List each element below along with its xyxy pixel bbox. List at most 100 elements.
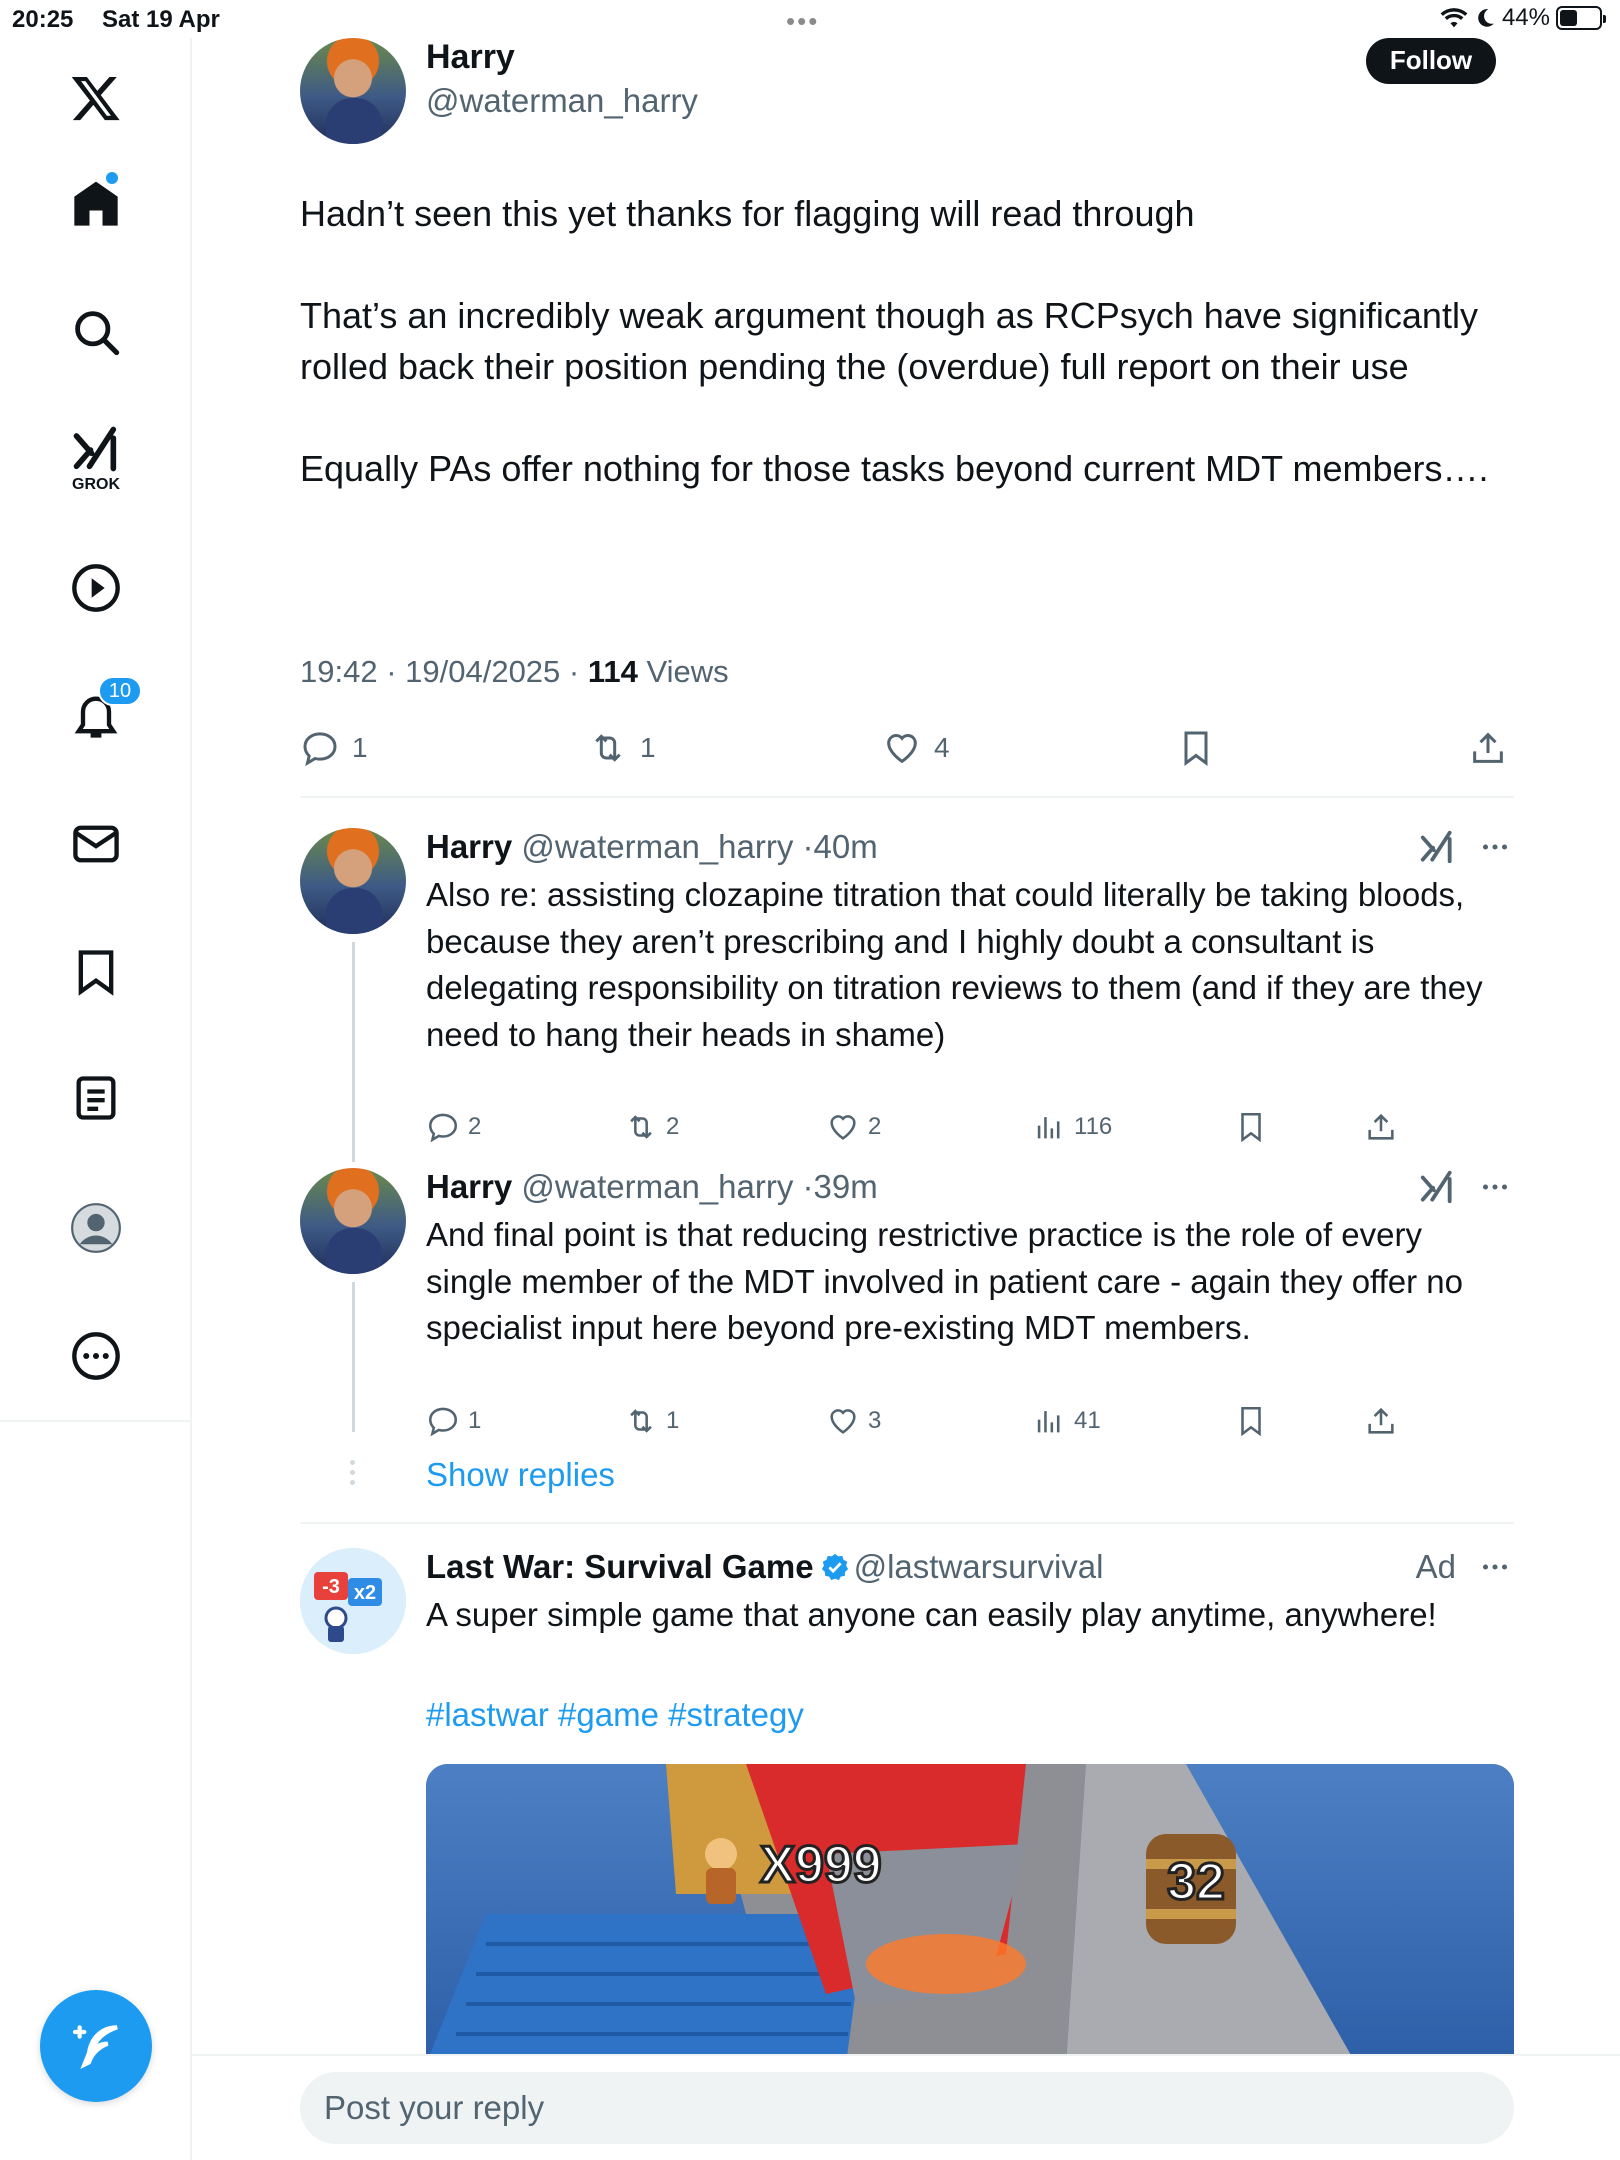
ad-avatar-minus: -3 — [322, 1576, 340, 1598]
reply-avatar[interactable] — [300, 828, 406, 934]
sidebar-item-messages[interactable] — [56, 804, 136, 884]
repost-icon — [630, 1115, 652, 1139]
reply-time[interactable]: 40m — [814, 828, 878, 865]
tweet-paragraph: Hadn’t seen this yet thanks for flagging… — [300, 193, 1195, 234]
like-button[interactable]: 3 — [826, 1404, 881, 1438]
grok-label: GROK — [72, 476, 120, 493]
lists-icon — [76, 1076, 116, 1120]
author-avatar[interactable] — [300, 38, 406, 144]
reply-button[interactable]: 1 — [300, 728, 368, 768]
reply-author-name[interactable]: Harry — [426, 1168, 512, 1205]
share-button[interactable] — [1468, 728, 1508, 768]
reply-icon — [428, 1113, 458, 1143]
compose-button[interactable] — [40, 1990, 152, 2102]
share-icon — [1368, 1113, 1394, 1140]
tweet-time[interactable]: 19:42 — [300, 654, 378, 689]
bookmark-button[interactable] — [1234, 1404, 1268, 1438]
status-time: 20:25 — [12, 6, 74, 33]
reply-tweet[interactable]: Harry @waterman_harry ·39m And final poi… — [300, 1168, 1514, 1468]
ad-text: A super simple game that anyone can easi… — [426, 1596, 1437, 1633]
reply-tweet[interactable]: Harry @waterman_harry ·40m Also re: assi… — [300, 828, 1514, 1162]
sidebar-item-home[interactable] — [56, 164, 136, 244]
like-count: 2 — [868, 1113, 882, 1140]
tweet-date[interactable]: 19/04/2025 — [405, 654, 560, 689]
reply-button[interactable]: 1 — [426, 1404, 481, 1438]
more-options-icon[interactable] — [1476, 1548, 1514, 1586]
more-options-icon[interactable] — [1476, 828, 1514, 866]
views-button[interactable]: 116 — [1032, 1110, 1112, 1144]
like-button[interactable]: 4 — [882, 728, 950, 768]
author-name[interactable]: Harry — [426, 38, 515, 77]
repost-button[interactable]: 1 — [588, 728, 656, 768]
like-button[interactable]: 2 — [826, 1110, 881, 1144]
views-button[interactable]: 41 — [1032, 1404, 1101, 1438]
tweet-body: Hadn’t seen this yet thanks for flagging… — [300, 188, 1500, 545]
sidebar-item-profile[interactable] — [56, 1188, 136, 1268]
sidebar-item-x-logo[interactable] — [56, 58, 136, 138]
ad-author-name[interactable]: Last War: Survival Game — [426, 1548, 814, 1585]
home-icon — [74, 181, 118, 226]
divider — [300, 1522, 1514, 1524]
share-icon — [1368, 1407, 1394, 1434]
share-icon — [1473, 732, 1503, 763]
grok-icon[interactable] — [1418, 828, 1456, 866]
reply-actions: 2 2 2 116 — [426, 1110, 1426, 1150]
tweet-meta: 19:42 · 19/04/2025 · 114 Views — [300, 654, 729, 689]
ad-hashtags[interactable]: #lastwar #game #strategy — [426, 1696, 804, 1734]
more-options-icon[interactable] — [1476, 1168, 1514, 1206]
repost-button[interactable]: 2 — [624, 1110, 679, 1144]
ad-author-handle[interactable]: @lastwarsurvival — [854, 1548, 1104, 1585]
media-multiplier-label: X999 — [760, 1836, 881, 1894]
reply-author-name[interactable]: Harry — [426, 828, 512, 865]
multitasking-dots-icon[interactable]: ••• — [786, 6, 819, 37]
media-barrel-label: 32 — [1167, 1853, 1225, 1911]
thread-line — [352, 942, 355, 1162]
bookmark-button[interactable] — [1234, 1110, 1268, 1144]
verified-badge-icon — [821, 1553, 848, 1581]
sidebar-item-video[interactable] — [56, 548, 136, 628]
grok-icon[interactable] — [1418, 1168, 1456, 1206]
show-replies-row: Show replies — [300, 1456, 1514, 1516]
reply-author-handle[interactable]: @waterman_harry — [521, 828, 793, 865]
show-replies-link[interactable]: Show replies — [426, 1456, 615, 1494]
reply-avatar[interactable] — [300, 1168, 406, 1274]
ad-label: Ad — [1415, 1548, 1456, 1585]
grok-icon — [73, 426, 117, 472]
views-chart-icon — [1037, 1411, 1060, 1433]
share-button[interactable] — [1364, 1110, 1398, 1144]
bookmark-icon — [1184, 731, 1208, 766]
share-button[interactable] — [1364, 1404, 1398, 1438]
ad-top-icons: Ad — [1416, 1548, 1514, 1586]
profile-icon — [71, 1203, 121, 1253]
battery-percent: 44% — [1501, 4, 1550, 31]
reply-text: And final point is that reducing restric… — [426, 1216, 1464, 1346]
views-count: 41 — [1074, 1407, 1101, 1434]
sidebar-item-lists[interactable] — [56, 1058, 136, 1138]
repost-icon — [595, 734, 621, 762]
repost-button[interactable]: 1 — [624, 1404, 679, 1438]
bookmark-icon — [1241, 1406, 1261, 1437]
reply-time[interactable]: 39m — [814, 1168, 878, 1205]
sidebar-item-search[interactable] — [56, 292, 136, 372]
follow-button[interactable]: Follow — [1366, 38, 1496, 84]
views-label: Views — [646, 654, 729, 689]
heart-icon — [830, 1409, 856, 1434]
status-right: 44% — [1440, 4, 1606, 32]
repost-count: 1 — [640, 732, 656, 763]
bookmark-button[interactable] — [1176, 728, 1216, 768]
reply-input[interactable] — [300, 2072, 1514, 2144]
author-handle[interactable]: @waterman_harry — [426, 82, 698, 120]
ad-avatar[interactable]: -3 x2 — [300, 1548, 406, 1654]
sidebar-item-notifications[interactable]: 10 — [56, 676, 142, 756]
sidebar-item-grok[interactable]: GROK — [56, 418, 136, 498]
reply-author-handle[interactable]: @waterman_harry — [521, 1168, 793, 1205]
video-play-icon — [72, 564, 120, 612]
sidebar-item-more[interactable] — [56, 1316, 136, 1396]
reply-button[interactable]: 2 — [426, 1110, 481, 1144]
bookmark-icon — [1241, 1112, 1261, 1143]
divider — [300, 796, 1514, 798]
sidebar-item-bookmarks[interactable] — [56, 932, 136, 1012]
notifications-badge: 10 — [98, 676, 142, 706]
ad-media-video[interactable]: 32 X999 — [426, 1764, 1514, 2064]
ad-tweet[interactable]: -3 x2 Last War: Survival Game @lastwarsur… — [300, 1548, 1514, 2108]
